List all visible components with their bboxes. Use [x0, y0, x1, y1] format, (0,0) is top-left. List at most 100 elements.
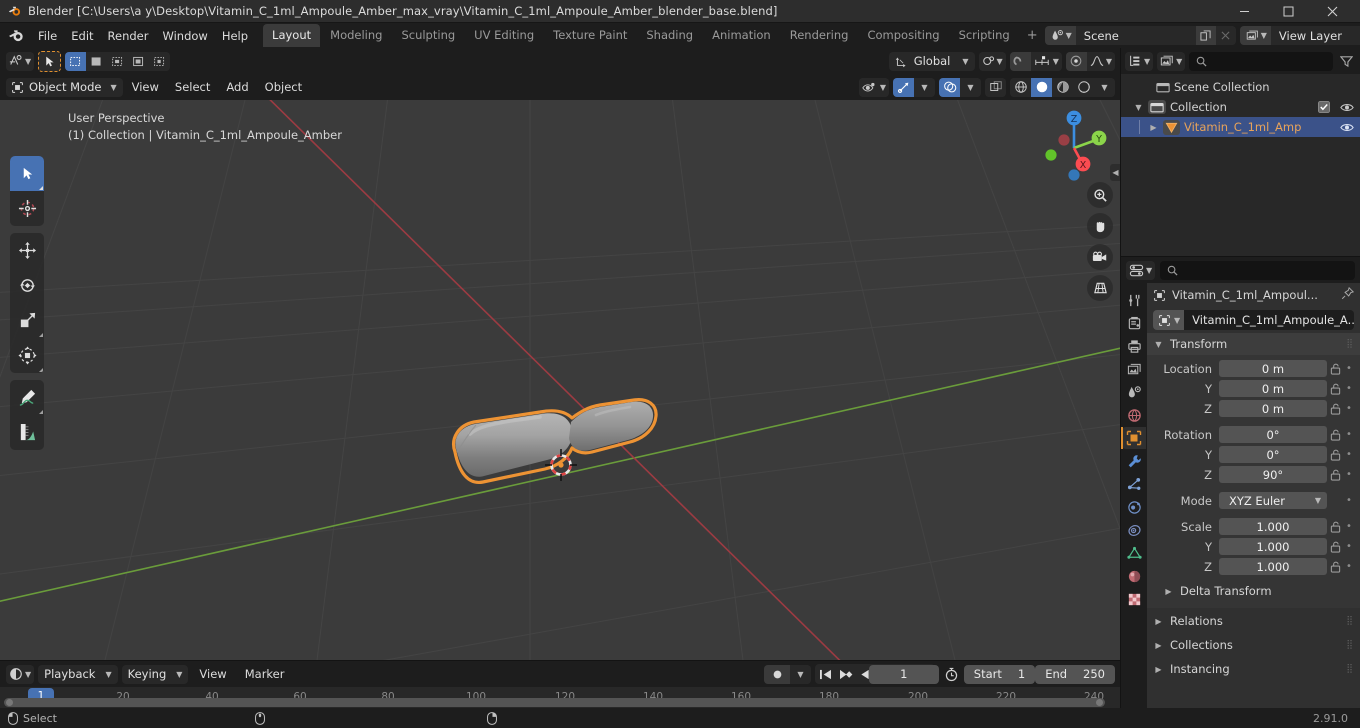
gizmo-dropdown-icon[interactable]: ▼: [914, 77, 935, 97]
properties-editor-type-icon[interactable]: ▼: [1126, 260, 1156, 280]
current-frame-field[interactable]: 1: [868, 664, 939, 684]
outliner-display-mode[interactable]: ▼: [1157, 51, 1186, 71]
menu-help[interactable]: Help: [215, 26, 255, 46]
physics-tab[interactable]: [1122, 496, 1146, 518]
lock-icon[interactable]: [1327, 469, 1343, 481]
tab-sculpting[interactable]: Sculpting: [392, 24, 464, 47]
tab-layout[interactable]: Layout: [263, 24, 321, 47]
lock-icon[interactable]: [1327, 363, 1343, 375]
view-layer-tab[interactable]: [1122, 358, 1146, 380]
eye-icon[interactable]: [1340, 122, 1354, 133]
panel-header-collections[interactable]: ▶ Collections ⣿: [1147, 634, 1360, 656]
outliner-row-object[interactable]: ▶ Vitamin_C_1ml_Amp: [1121, 117, 1360, 137]
collection-checkbox[interactable]: [1318, 101, 1330, 113]
chevron-right-icon[interactable]: ▶: [1153, 641, 1164, 650]
panel-header-transform[interactable]: ▼ Transform ⣿: [1147, 333, 1360, 355]
lock-icon[interactable]: [1327, 429, 1343, 441]
xray-icon[interactable]: [985, 77, 1006, 97]
move-tool[interactable]: [10, 233, 44, 268]
world-tab[interactable]: [1122, 404, 1146, 426]
timeline-menu-keying[interactable]: Keying ▼: [121, 664, 189, 684]
prev-keyframe-button[interactable]: [835, 664, 855, 684]
outliner-row-collection[interactable]: ▼ Collection: [1121, 97, 1360, 117]
menu-edit[interactable]: Edit: [64, 26, 100, 46]
end-frame-value[interactable]: 250: [1083, 667, 1105, 681]
animate-dot-icon[interactable]: •: [1343, 495, 1355, 506]
chevron-right-icon[interactable]: ▶: [1153, 617, 1164, 626]
filter-icon[interactable]: [1337, 55, 1356, 68]
timeline-scrollbar[interactable]: [4, 698, 1105, 707]
tool-tab[interactable]: [1122, 289, 1146, 311]
scene-icon[interactable]: ▼: [1044, 26, 1076, 45]
transform-orientation-selector[interactable]: Global ▼: [888, 51, 975, 71]
scene-tab[interactable]: [1122, 381, 1146, 403]
lock-icon[interactable]: [1327, 521, 1343, 533]
rotation-mode-dropdown[interactable]: XYZ Euler ▼: [1219, 492, 1327, 509]
timeline-ruler[interactable]: 20 40 60 80 100 120 140 160 180 200 220 …: [0, 687, 1121, 708]
timeline-menu-view[interactable]: View: [192, 664, 233, 684]
remove-scene-icon[interactable]: [1215, 26, 1236, 45]
proportional-edit-icon[interactable]: [1065, 51, 1087, 71]
chevron-right-icon[interactable]: ▶: [1153, 665, 1164, 674]
view-layer-name[interactable]: View Layer: [1270, 26, 1360, 45]
maximize-icon[interactable]: [1266, 0, 1310, 23]
material-tab[interactable]: [1122, 565, 1146, 587]
camera-view-icon[interactable]: [1087, 244, 1113, 270]
xray-toggle[interactable]: [985, 77, 1006, 97]
cursor-tool[interactable]: [10, 191, 44, 226]
editor-type-icon[interactable]: ▼: [6, 51, 35, 71]
frame-range-fields[interactable]: Start 1: [963, 664, 1036, 684]
location-z-field[interactable]: 0 m: [1219, 400, 1327, 417]
rotation-y-field[interactable]: 0°: [1219, 446, 1327, 463]
outliner-editor-type[interactable]: ▼: [1125, 51, 1154, 71]
viewport-menu-object[interactable]: Object: [258, 77, 309, 97]
outliner-editor-type-icon[interactable]: ▼: [1125, 51, 1154, 71]
new-scene-icon[interactable]: [1195, 26, 1216, 45]
overlay-dropdown-icon[interactable]: ▼: [960, 77, 981, 97]
timeline-menu-playback[interactable]: Playback ▼: [38, 664, 118, 684]
timeline-editor-type-icon[interactable]: ▼: [6, 664, 35, 684]
object-mode-selector[interactable]: Object Mode ▼: [6, 77, 123, 97]
editor-type-selector[interactable]: ▼: [6, 51, 35, 71]
animate-dot-icon[interactable]: •: [1343, 561, 1355, 572]
area-divider-outliner-props[interactable]: [1121, 256, 1360, 257]
add-workspace-button[interactable]: +: [1020, 25, 1045, 46]
show-overlays-icon[interactable]: [939, 77, 960, 97]
object-tab[interactable]: [1121, 427, 1146, 449]
timeline-menu-marker[interactable]: Marker: [238, 664, 292, 684]
select-set-icon[interactable]: [65, 51, 87, 71]
lock-icon[interactable]: [1327, 449, 1343, 461]
panel-header-relations[interactable]: ▶ Relations ⣿: [1147, 610, 1360, 632]
scale-tool[interactable]: [10, 303, 44, 338]
outliner-search-input[interactable]: [1189, 51, 1333, 71]
zoom-icon[interactable]: [1087, 182, 1113, 208]
panel-header-delta-transform[interactable]: ▶ Delta Transform: [1147, 580, 1360, 602]
view-layer-datablock[interactable]: ▼ View Layer: [1239, 26, 1360, 45]
snap-target-icon[interactable]: ▼: [1030, 51, 1062, 71]
minimize-icon[interactable]: [1222, 0, 1266, 23]
shading-dropdown-icon[interactable]: ▼: [1094, 77, 1115, 97]
transform-tool[interactable]: [10, 338, 44, 373]
select-extend-icon[interactable]: [86, 51, 108, 71]
animate-dot-icon[interactable]: •: [1343, 541, 1355, 552]
pivot-icon[interactable]: ▼: [978, 51, 1006, 71]
location-x-field[interactable]: 0 m: [1219, 360, 1327, 377]
animate-dot-icon[interactable]: •: [1343, 449, 1355, 460]
menu-file[interactable]: File: [31, 26, 64, 46]
eye-icon[interactable]: [1340, 102, 1354, 113]
lock-icon[interactable]: [1327, 403, 1343, 415]
tweak-tool[interactable]: [10, 156, 44, 191]
material-preview-icon[interactable]: [1052, 77, 1073, 97]
show-gizmo-icon[interactable]: [893, 77, 914, 97]
timeline-editor-type[interactable]: ▼: [6, 664, 35, 684]
output-tab[interactable]: [1122, 335, 1146, 357]
start-frame-value[interactable]: 1: [1018, 667, 1025, 681]
use-preview-range-icon[interactable]: [944, 667, 959, 682]
tab-rendering[interactable]: Rendering: [781, 24, 858, 47]
animate-dot-icon[interactable]: •: [1343, 363, 1355, 374]
chevron-right-icon[interactable]: ▶: [1163, 587, 1174, 596]
area-divider-vertical[interactable]: [1120, 48, 1121, 708]
render-tab[interactable]: [1122, 312, 1146, 334]
keying-dropdown-icon[interactable]: ▼: [790, 664, 811, 684]
select-subtract-icon[interactable]: [107, 51, 129, 71]
